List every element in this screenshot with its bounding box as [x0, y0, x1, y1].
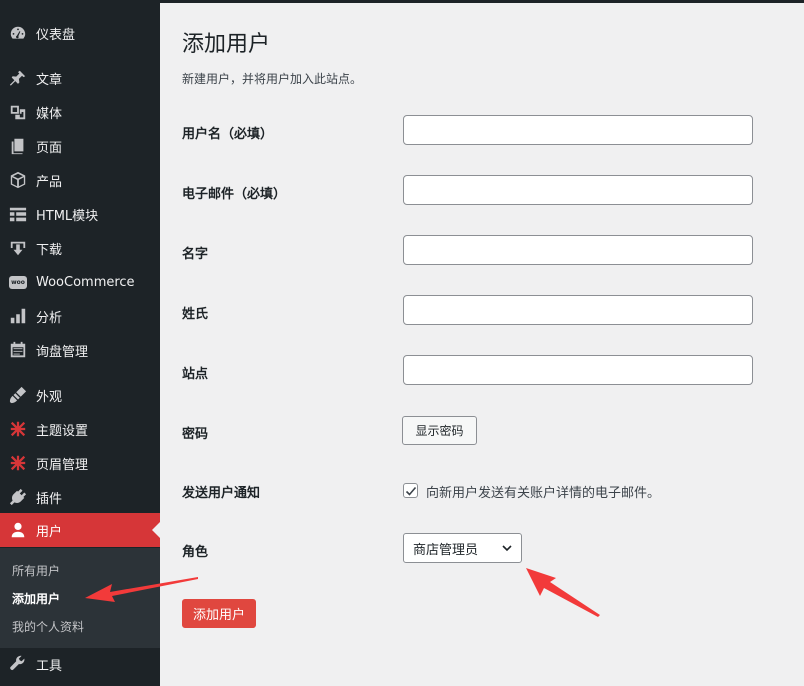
sidebar-item-label: 主题设置 — [36, 423, 89, 439]
sidebar-item-label: 页眉管理 — [36, 457, 89, 473]
sidebar-item-label: WooCommerce — [36, 274, 135, 290]
theme-icon — [8, 419, 28, 439]
email-label: 电子邮件（必填） — [182, 187, 287, 202]
sidebar-item-label: 用户 — [36, 524, 63, 540]
box-icon — [8, 170, 28, 190]
website-input[interactable] — [403, 355, 753, 385]
role-select-value: 商店管理员 — [413, 542, 479, 558]
main-content: 添加用户 新建用户，并将用户加入此站点。 用户名（必填） 电子邮件（必填） 名字… — [182, 0, 792, 686]
header-icon — [8, 453, 28, 473]
chevron-down-icon — [502, 545, 512, 552]
role-label: 角色 — [182, 545, 209, 560]
page-icon — [8, 136, 28, 156]
email-input[interactable] — [403, 175, 753, 205]
submenu-item-all-users[interactable]: 所有用户 — [12, 562, 60, 579]
calendar-icon — [8, 340, 28, 360]
sidebar-item-label: 产品 — [36, 174, 63, 190]
notify-checkbox-label[interactable]: 向新用户发送有关账户详情的电子邮件。 — [426, 482, 660, 501]
sidebar-item-label: 工具 — [36, 658, 63, 674]
username-label: 用户名（必填） — [182, 127, 274, 142]
role-select[interactable]: 商店管理员 — [403, 533, 522, 563]
media-icon — [8, 102, 28, 122]
password-label: 密码 — [182, 427, 209, 442]
sidebar-item-label: 媒体 — [36, 106, 63, 122]
page-description: 新建用户，并将用户加入此站点。 — [182, 72, 363, 86]
sidebar-item-dashboard[interactable]: 仪表盘 — [0, 16, 160, 50]
admin-sidebar: 仪表盘 文章 媒体 页面 产品 HTML模块 下载 woo WooCommerc… — [0, 3, 160, 686]
bar-chart-icon — [8, 306, 28, 326]
sidebar-item-label: 插件 — [36, 491, 63, 507]
sidebar-item-theme-settings[interactable]: 主题设置 — [0, 412, 160, 446]
website-label: 站点 — [182, 367, 209, 382]
first-name-label: 名字 — [182, 247, 209, 262]
sidebar-item-label: HTML模块 — [36, 208, 99, 224]
sidebar-item-products[interactable]: 产品 — [0, 163, 160, 197]
plugin-icon — [8, 487, 28, 507]
sidebar-item-analytics[interactable]: 分析 — [0, 299, 160, 333]
username-input[interactable] — [403, 115, 753, 145]
page-title: 添加用户 — [182, 32, 271, 57]
sidebar-item-pages[interactable]: 页面 — [0, 129, 160, 163]
sidebar-item-label: 下载 — [36, 242, 63, 258]
sidebar-item-tools[interactable]: 工具 — [0, 647, 160, 681]
sidebar-item-media[interactable]: 媒体 — [0, 95, 160, 129]
sidebar-item-users[interactable]: 用户 — [0, 513, 160, 547]
user-icon — [8, 520, 28, 540]
add-user-button[interactable]: 添加用户 — [182, 599, 256, 628]
notify-checkbox[interactable] — [403, 483, 418, 498]
sidebar-item-woocommerce[interactable]: woo WooCommerce — [0, 265, 160, 299]
checkmark-icon — [405, 486, 416, 496]
sidebar-item-label: 外观 — [36, 389, 63, 405]
sidebar-item-header-management[interactable]: 页眉管理 — [0, 446, 160, 480]
sidebar-item-label: 页面 — [36, 140, 63, 156]
last-name-input[interactable] — [403, 295, 753, 325]
sidebar-item-html-modules[interactable]: HTML模块 — [0, 197, 160, 231]
submenu-item-my-profile[interactable]: 我的个人资料 — [12, 618, 84, 635]
brush-icon — [8, 385, 28, 405]
sidebar-item-label: 文章 — [36, 72, 63, 88]
sidebar-item-inquiries[interactable]: 询盘管理 — [0, 333, 160, 367]
sidebar-item-label: 询盘管理 — [36, 344, 89, 360]
sidebar-item-downloads[interactable]: 下载 — [0, 231, 160, 265]
users-submenu: 所有用户 添加用户 我的个人资料 — [0, 548, 160, 648]
first-name-input[interactable] — [403, 235, 753, 265]
wrench-icon — [8, 654, 28, 674]
sidebar-item-plugins[interactable]: 插件 — [0, 480, 160, 514]
layout-icon — [8, 204, 28, 224]
notify-label: 发送用户通知 — [182, 486, 261, 501]
sidebar-item-posts[interactable]: 文章 — [0, 61, 160, 95]
last-name-label: 姓氏 — [182, 307, 209, 322]
pin-icon — [8, 68, 28, 88]
dashboard-icon — [8, 23, 28, 43]
download-icon — [8, 238, 28, 258]
sidebar-item-label: 分析 — [36, 310, 63, 326]
submenu-item-add-user[interactable]: 添加用户 — [12, 590, 60, 607]
sidebar-item-label: 仪表盘 — [36, 27, 76, 43]
woo-icon: woo — [8, 272, 28, 292]
show-password-button[interactable]: 显示密码 — [402, 416, 477, 445]
sidebar-item-appearance[interactable]: 外观 — [0, 378, 160, 412]
